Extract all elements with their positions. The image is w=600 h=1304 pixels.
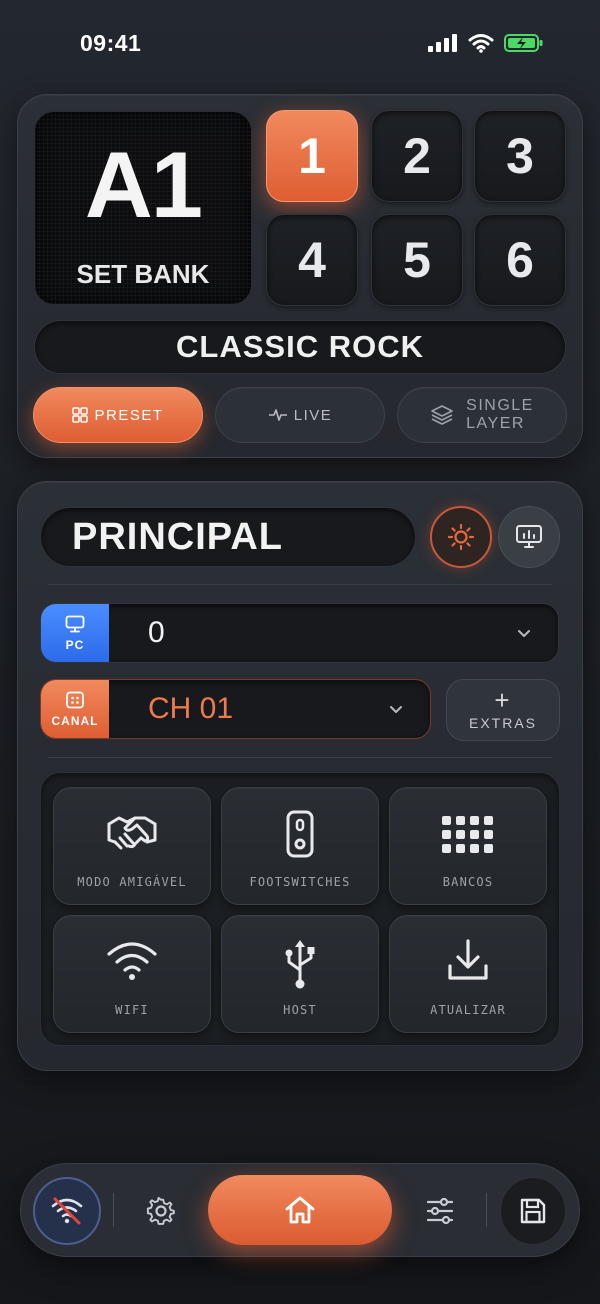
floppy-disk-icon [520, 1198, 546, 1224]
cellular-signal-icon [428, 34, 457, 52]
preset-grid-icon [72, 407, 89, 423]
chevron-down-icon [390, 706, 402, 713]
preset-button-5[interactable]: 5 [371, 214, 463, 306]
usb-icon [285, 940, 315, 989]
canal-tag-label: CANAL [51, 713, 99, 728]
mode-single-layer-label: SINGLE LAYER [466, 397, 534, 433]
wifi-status-icon [468, 34, 494, 53]
nav-separator [486, 1193, 487, 1227]
nav-separator [113, 1193, 114, 1227]
pc-value: 0 [148, 616, 165, 649]
divider [48, 584, 552, 585]
mode-live-button[interactable]: LIVE [215, 387, 385, 443]
mode-single-line2: LAYER [466, 415, 525, 432]
tile-wifi[interactable]: WIFI [53, 915, 211, 1033]
nav-home-button[interactable] [208, 1175, 392, 1245]
nav-mixer-button[interactable] [422, 1193, 458, 1229]
monitor-icon [65, 615, 85, 632]
mode-preset-label: PRESET [94, 406, 164, 424]
divider [48, 757, 552, 758]
effects-button[interactable] [430, 506, 492, 568]
extras-button[interactable]: + EXTRAS [446, 679, 560, 741]
extras-label: EXTRAS [468, 715, 537, 731]
tile-footswitches[interactable]: FOOTSWITCHES [221, 787, 379, 905]
mode-single-layer-button[interactable]: SINGLE LAYER [397, 387, 567, 443]
download-icon [448, 939, 488, 980]
tile-modo-amigavel[interactable]: MODO AMIGÁVEL [53, 787, 211, 905]
wifi-icon [107, 942, 157, 980]
bank-code: A1 [84, 132, 203, 237]
nav-settings-button[interactable] [143, 1193, 179, 1229]
plus-icon: + [494, 685, 512, 715]
pc-selector[interactable]: PC 0 [40, 603, 559, 663]
preset-button-6[interactable]: 6 [474, 214, 566, 306]
tile-label: MODO AMIGÁVEL [77, 875, 187, 889]
gear-icon [146, 1196, 175, 1225]
mode-preset-button[interactable]: PRESET [33, 387, 203, 443]
preset-button-2[interactable]: 2 [371, 110, 463, 202]
preset-button-1[interactable]: 1 [266, 110, 358, 202]
nav-save-button[interactable] [500, 1177, 566, 1245]
tile-label: FOOTSWITCHES [249, 875, 351, 889]
bank-display[interactable]: A1 SET BANK [34, 111, 252, 305]
home-icon [285, 1196, 315, 1224]
display-button[interactable] [498, 506, 560, 568]
preset-name[interactable]: CLASSIC ROCK [34, 320, 566, 374]
handshake-icon [107, 816, 157, 850]
channel-icon [66, 691, 84, 708]
layers-icon [431, 405, 453, 425]
tile-label: ATUALIZAR [430, 1003, 506, 1017]
monitor-chart-icon [516, 525, 542, 548]
tile-bancos[interactable]: BANCOS [389, 787, 547, 905]
sun-icon [447, 523, 475, 551]
status-icons [428, 33, 544, 53]
pc-tag: PC [41, 604, 109, 662]
pulse-icon [268, 409, 287, 421]
battery-charging-icon [504, 34, 543, 52]
tile-label: BANCOS [442, 875, 494, 889]
bank-label: SET BANK [76, 259, 210, 289]
canal-value: CH 01 [148, 692, 234, 725]
canal-selector[interactable]: CANAL CH 01 [40, 679, 431, 739]
pc-tag-label: PC [65, 637, 85, 652]
nav-wifi-off-button[interactable] [33, 1177, 101, 1245]
canal-tag: CANAL [41, 680, 109, 738]
status-time: 09:41 [80, 30, 142, 56]
chevron-down-icon [518, 630, 530, 637]
tile-atualizar[interactable]: ATUALIZAR [389, 915, 547, 1033]
tile-label: WIFI [115, 1003, 149, 1017]
principal-title[interactable]: PRINCIPAL [40, 507, 416, 567]
tile-host[interactable]: HOST [221, 915, 379, 1033]
footswitch-icon [286, 810, 314, 858]
mode-single-line1: SINGLE [466, 397, 534, 414]
tile-label: HOST [283, 1003, 317, 1017]
preset-button-4[interactable]: 4 [266, 214, 358, 306]
mode-live-label: LIVE [293, 406, 333, 424]
wifi-off-icon [51, 1197, 83, 1225]
grid-dots-icon [442, 816, 493, 853]
sliders-icon [426, 1197, 454, 1225]
preset-button-3[interactable]: 3 [474, 110, 566, 202]
